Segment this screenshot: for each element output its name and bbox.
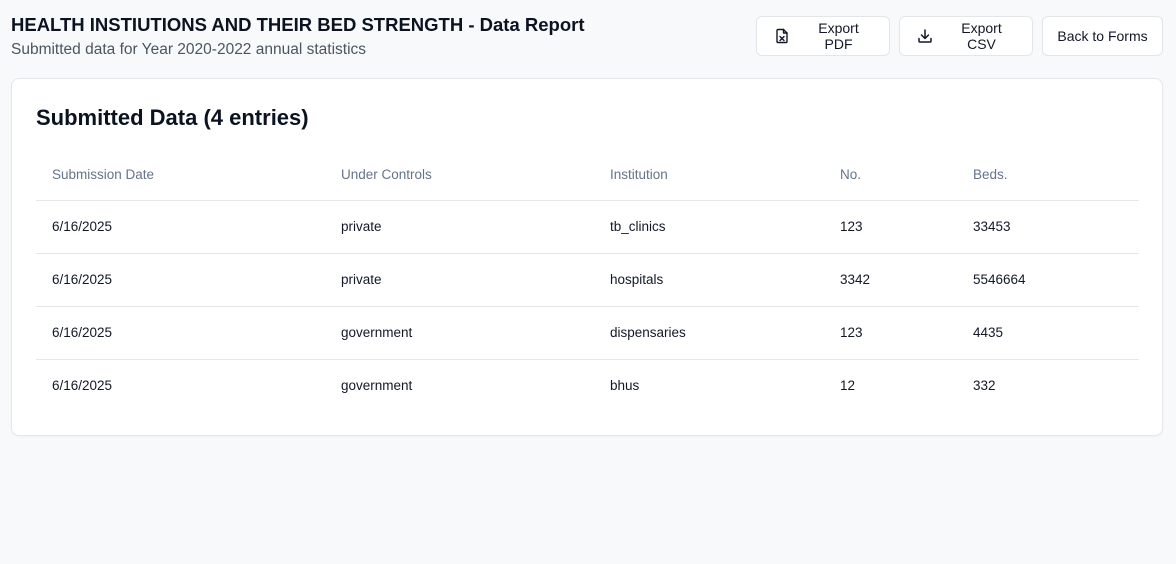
column-header-institution: Institution — [594, 150, 824, 201]
download-icon — [917, 28, 933, 44]
table-header-row: Submission Date Under Controls Instituti… — [36, 150, 1139, 201]
cell-submission-date: 6/16/2025 — [36, 306, 325, 360]
cell-beds: 4435 — [957, 306, 1139, 360]
cell-beds: 33453 — [957, 200, 1139, 254]
export-pdf-label: Export PDF — [818, 20, 859, 52]
column-header-no: No. — [824, 150, 957, 201]
table-row: 6/16/2025 private tb_clinics 123 33453 — [36, 200, 1139, 254]
data-table: Submission Date Under Controls Instituti… — [36, 150, 1139, 412]
data-card: Submitted Data (4 entries) Submission Da… — [11, 78, 1163, 436]
column-header-under-controls: Under Controls — [325, 150, 594, 201]
cell-beds: 5546664 — [957, 253, 1139, 307]
table-row: 6/16/2025 private hospitals 3342 5546664 — [36, 253, 1139, 307]
cell-submission-date: 6/16/2025 — [36, 200, 325, 254]
cell-submission-date: 6/16/2025 — [52, 378, 113, 394]
file-pdf-icon — [774, 28, 790, 44]
action-bar: Export PDF Export CSV Back to Forms — [756, 16, 1163, 56]
cell-under-controls: government — [341, 378, 413, 394]
cell-no: 3342 — [824, 253, 957, 307]
export-csv-label: Export CSV — [961, 20, 1002, 52]
cell-under-controls: private — [325, 200, 594, 254]
page-header: HEALTH INSTIUTIONS AND THEIR BED STRENGT… — [11, 14, 1163, 58]
cell-institution: bhus — [610, 378, 640, 394]
card-title: Submitted Data (4 entries) — [36, 105, 309, 130]
cell-no: 123 — [824, 306, 957, 360]
cell-no: 12 — [840, 378, 856, 394]
column-header-beds: Beds. — [957, 150, 1139, 201]
cell-institution: tb_clinics — [594, 200, 824, 254]
table-row: 6/16/2025 government bhus 12 332 — [36, 359, 1139, 412]
cell-institution: dispensaries — [594, 306, 824, 360]
cell-under-controls: government — [325, 306, 594, 360]
column-header-submission-date: Submission Date — [36, 150, 325, 201]
table-row: 6/16/2025 government dispensaries 123 44… — [36, 306, 1139, 360]
cell-no: 123 — [824, 200, 957, 254]
back-to-forms-button[interactable]: Back to Forms — [1042, 16, 1163, 56]
cell-under-controls: private — [325, 253, 594, 307]
cell-institution: hospitals — [594, 253, 824, 307]
export-csv-button[interactable]: Export CSV — [899, 16, 1033, 56]
export-pdf-button[interactable]: Export PDF — [756, 16, 890, 56]
cell-submission-date: 6/16/2025 — [36, 253, 325, 307]
cell-beds: 332 — [973, 378, 996, 394]
